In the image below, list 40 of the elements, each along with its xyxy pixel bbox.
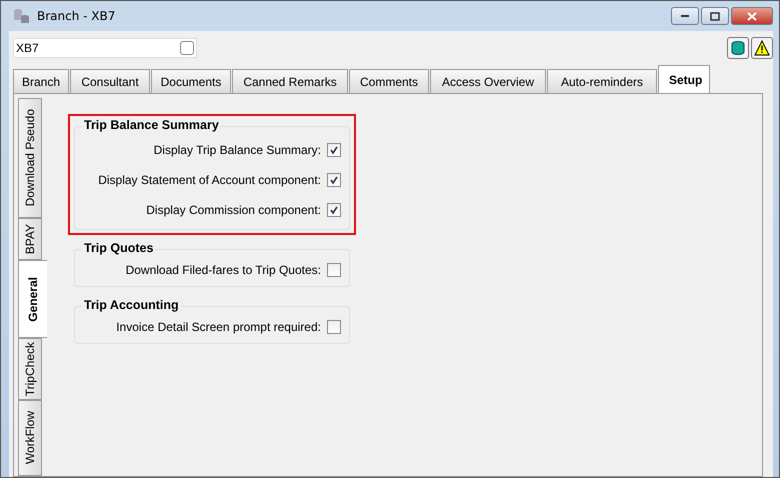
warning-button[interactable]	[751, 37, 773, 59]
maximize-icon	[710, 12, 720, 20]
side-tab[interactable]: General	[18, 260, 47, 338]
maximize-button[interactable]	[701, 7, 729, 25]
tab[interactable]: Comments	[349, 69, 429, 93]
tab[interactable]: Auto-reminders	[547, 69, 657, 93]
tab[interactable]: Documents	[151, 69, 231, 93]
checkbox[interactable]	[327, 143, 341, 157]
group-title: Trip Accounting	[82, 298, 181, 312]
tab[interactable]: Branch	[13, 69, 69, 93]
minimize-icon	[680, 14, 690, 18]
side-tab[interactable]: Download Pseudo	[18, 98, 42, 218]
close-button[interactable]	[731, 7, 773, 25]
tab[interactable]: Consultant	[70, 69, 150, 93]
tab[interactable]: Canned Remarks	[232, 69, 348, 93]
checkbox[interactable]	[327, 320, 341, 334]
checkbox[interactable]	[327, 203, 341, 217]
checkbox[interactable]	[327, 263, 341, 277]
option-label: Download Filed-fares to Trip Quotes:	[126, 263, 321, 277]
warning-icon	[754, 40, 770, 56]
side-tab[interactable]: WorkFlow	[18, 400, 42, 476]
option-label: Invoice Detail Screen prompt required:	[116, 320, 321, 334]
close-icon	[747, 12, 757, 20]
tab[interactable]: Access Overview	[430, 69, 546, 93]
option-label: Display Statement of Account component:	[98, 173, 321, 187]
side-tab[interactable]: TripCheck	[18, 338, 42, 400]
window-title: Branch - XB7	[37, 9, 116, 23]
checkbox[interactable]	[180, 41, 194, 55]
database-icon	[730, 40, 746, 56]
checkbox[interactable]	[327, 173, 341, 187]
tab[interactable]: Setup	[658, 65, 710, 93]
minimize-button[interactable]	[671, 7, 699, 25]
option-label: Display Commission component:	[146, 203, 321, 217]
side-tab[interactable]: BPAY	[18, 218, 42, 260]
option-label: Display Trip Balance Summary:	[154, 143, 321, 157]
record-field[interactable]: XB7	[13, 38, 197, 58]
database-button[interactable]	[727, 37, 749, 59]
database-icon	[13, 8, 31, 24]
group-title: Trip Balance Summary	[82, 118, 221, 132]
group-title: Trip Quotes	[82, 241, 156, 255]
